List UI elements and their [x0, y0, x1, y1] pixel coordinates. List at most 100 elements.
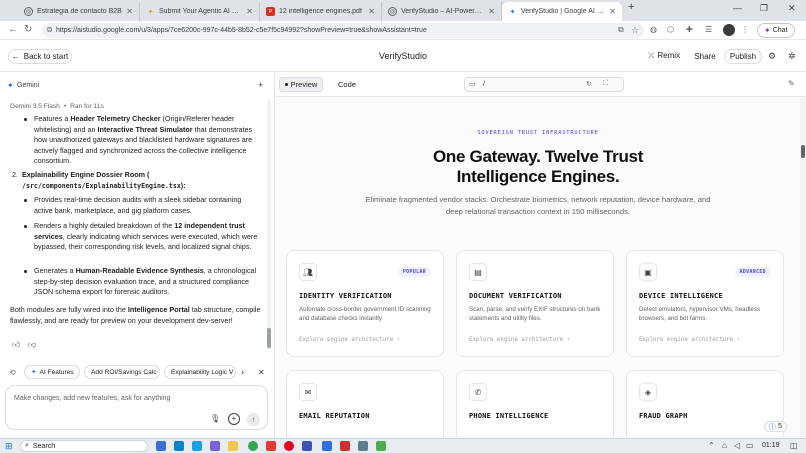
extension-icon[interactable]: ◍ [650, 24, 657, 36]
chrome-icon[interactable] [248, 441, 258, 451]
chat-label: Chat [772, 27, 788, 34]
address-bar[interactable]: ⊜ https://aistudio.google.com/u/3/apps/7… [42, 23, 644, 38]
tab-title: Estrategia de contacto B2B [37, 8, 122, 15]
browser-tab[interactable]: ◎ VerifyStudio – AI-Powered Trust In ✕ [382, 2, 502, 21]
app-icon[interactable] [376, 441, 386, 451]
run-time: Ran for 11s [70, 103, 104, 110]
notification-bell-icon[interactable]: ◫ [790, 441, 798, 450]
close-icon[interactable]: ✕ [246, 7, 253, 16]
microphone-icon[interactable]: 🎙︎ [210, 414, 220, 423]
close-icon[interactable]: ✕ [258, 368, 265, 377]
tray-chevron-icon[interactable]: ⌃ [708, 441, 715, 450]
volume-icon[interactable]: ◁ [734, 441, 740, 450]
browser-tab[interactable]: ✦ Submit Your Agentic AI Project | Ka ✕ [140, 2, 260, 21]
bookmarks-icon[interactable]: ☰ [705, 24, 712, 36]
folder-icon[interactable] [228, 441, 238, 451]
close-icon[interactable]: ✕ [609, 7, 616, 16]
new-tab-button[interactable]: + [628, 1, 634, 13]
close-icon[interactable]: ✕ [488, 7, 495, 16]
preview-url-bar[interactable]: ▭ / ↻ ⛶ [464, 77, 624, 92]
site-info-icon[interactable]: ⊜ [46, 25, 53, 34]
thumbs-down-icon[interactable]: 👎︎ [28, 340, 36, 350]
close-icon[interactable]: ✕ [126, 7, 133, 16]
fullscreen-icon[interactable]: ⛶ [603, 80, 608, 88]
suggestion-chip[interactable]: Add ROI/Savings Calc [84, 365, 160, 379]
chevron-right-icon[interactable]: › [241, 367, 244, 377]
suggestion-chip[interactable]: ✦ AI Features [24, 365, 80, 379]
edge-icon[interactable] [174, 441, 184, 451]
scrollbar-track[interactable] [267, 100, 271, 350]
thumbs-up-icon[interactable]: 👍︎ [12, 340, 20, 350]
app-icon[interactable] [210, 441, 220, 451]
notification-badge[interactable]: ⓘ 5 [764, 421, 787, 432]
gear-icon[interactable]: ⚙ [768, 51, 776, 62]
extension-icon[interactable]: ⬡ [667, 24, 674, 36]
reload-icon[interactable]: ↻ [24, 24, 32, 36]
engine-card[interactable]: ▤ DOCUMENT VERIFICATION Scan, parse, and… [456, 250, 614, 357]
prompt-input[interactable]: Make changes, add new features, ask for … [14, 395, 170, 402]
engine-card[interactable]: ▣ ADVANCED DEVICE INTELLIGENCE Detect em… [626, 250, 784, 357]
app-icon[interactable] [358, 441, 368, 451]
devices-icon[interactable]: ▭ [469, 80, 476, 88]
add-attachment-icon[interactable]: + [228, 413, 240, 425]
publish-button[interactable]: Publish [724, 49, 762, 64]
bullet-dot [24, 270, 27, 273]
close-window-button[interactable]: ✕ [788, 3, 796, 14]
share-button[interactable]: Share [690, 49, 720, 64]
scrollbar-thumb[interactable] [267, 328, 271, 348]
new-chat-button[interactable]: + [258, 80, 263, 90]
engine-card[interactable]: ✆ PHONE INTELLIGENCE [456, 370, 614, 438]
assistant-paragraph: Renders a highly detailed breakdown of t… [34, 221, 258, 252]
app-icon[interactable] [302, 441, 312, 451]
app-icon[interactable] [340, 441, 350, 451]
windows-start-icon[interactable]: ⊞ [5, 441, 13, 452]
network-icon[interactable]: ⌂ [722, 441, 727, 450]
tab-preview[interactable]: Preview [279, 77, 323, 92]
chat-button[interactable]: ✦ Chat [757, 23, 795, 38]
app-icon[interactable] [322, 441, 332, 451]
browser-tab-active[interactable]: ✦ VerifyStudio | Google AI Studio ✕ [502, 2, 622, 21]
back-to-start-button[interactable]: ← Back to start [8, 49, 72, 64]
engine-card[interactable]: 👥︎ POPULAR IDENTITY VERIFICATION Automat… [286, 250, 444, 357]
app-icon[interactable] [156, 441, 166, 451]
minimize-button[interactable]: — [733, 3, 742, 13]
prompt-box[interactable]: Make changes, add new features, ask for … [5, 385, 268, 430]
explore-link[interactable]: Explore engine architecture › [469, 337, 570, 343]
spark-icon: ✦ [147, 8, 154, 16]
engine-card[interactable]: ◈ FRAUD GRAPH [626, 370, 784, 438]
taskbar-search[interactable]: ⌕ Search [20, 440, 148, 452]
os-taskbar: ⊞ ⌕ Search ⌃ ⌂ ◁ ▭ 01:19 ◫ [0, 438, 806, 453]
settings-icon[interactable]: ✲ [788, 51, 796, 62]
assistant-name: Gemini [17, 82, 40, 89]
remix-button[interactable]: ⤫ Remix [648, 51, 680, 61]
bullet-dot [24, 118, 27, 121]
scrollbar-thumb[interactable] [801, 145, 805, 158]
bookmark-star-icon[interactable]: ☆ [631, 24, 639, 36]
suggestion-chip[interactable]: Explainability Logic V [164, 365, 236, 379]
explore-link[interactable]: Explore engine architecture › [299, 337, 400, 343]
preview-path: / [483, 81, 485, 88]
send-button[interactable]: ↑ [247, 413, 260, 426]
engine-card[interactable]: ✉ EMAIL REPUTATION [286, 370, 444, 438]
assistant-paragraph: Provides real-time decision audits with … [34, 195, 242, 215]
edit-icon[interactable]: ✎ [788, 79, 795, 88]
battery-icon[interactable]: ▭ [746, 441, 754, 450]
browser-tab[interactable]: ◎ Estrategia de contacto B2B ✕ [18, 2, 140, 21]
avatar[interactable] [723, 24, 735, 36]
extensions-puzzle-icon[interactable]: ✚ [686, 24, 693, 36]
pinterest-icon[interactable] [284, 441, 294, 451]
close-icon[interactable]: ✕ [368, 7, 375, 16]
app-icon[interactable] [266, 441, 276, 451]
refresh-icon[interactable]: ↻ [586, 80, 592, 88]
explore-link[interactable]: Explore engine architecture › [639, 337, 740, 343]
install-icon[interactable]: ⧉ [618, 24, 624, 36]
card-description: Scan, parse, and verify EXIF structures … [469, 306, 601, 323]
browser-tab[interactable]: P 12 intelligence engines.pdf ✕ [260, 2, 382, 21]
menu-icon[interactable]: ⋮ [741, 24, 749, 36]
tab-code[interactable]: Code [338, 80, 356, 89]
back-arrow-icon[interactable]: ← [8, 24, 18, 36]
app-icon[interactable] [192, 441, 202, 451]
maximize-button[interactable]: ❐ [760, 3, 768, 14]
arrow-left-icon: ← [11, 52, 20, 61]
hero-headline: One Gateway. Twelve Trust Intelligence En… [432, 147, 644, 186]
